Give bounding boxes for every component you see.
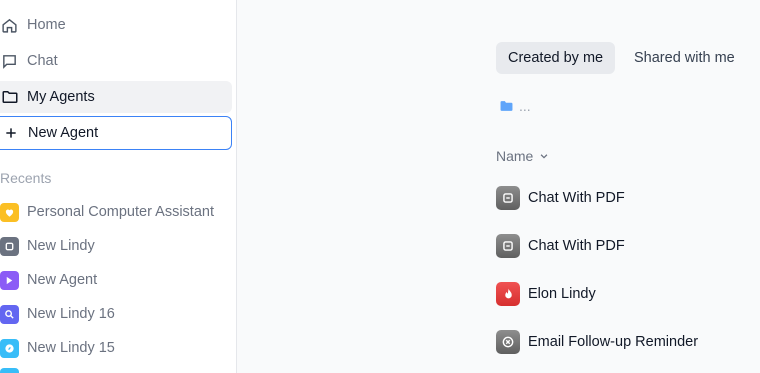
pdf-chat-icon bbox=[496, 234, 520, 258]
nav-my-agents-label: My Agents bbox=[27, 89, 95, 105]
nav-chat[interactable]: Chat bbox=[0, 45, 232, 77]
recent-item-partial-icon bbox=[0, 368, 19, 373]
search-icon bbox=[0, 304, 19, 324]
main-panel: Created by me Shared with me ... Name Ch… bbox=[237, 0, 760, 373]
flame-icon bbox=[496, 282, 520, 306]
recent-item[interactable]: Personal Computer Assistant bbox=[0, 200, 214, 224]
tab-created-by-me[interactable]: Created by me bbox=[496, 42, 616, 74]
chat-bubble-icon bbox=[0, 52, 19, 71]
app-icon bbox=[0, 236, 19, 256]
new-agent-label: New Agent bbox=[28, 125, 99, 141]
breadcrumb[interactable]: ... bbox=[500, 98, 531, 114]
recent-item[interactable]: New Lindy 15 bbox=[0, 336, 115, 360]
recent-item-label: New Lindy 16 bbox=[27, 306, 115, 322]
agent-row[interactable]: Elon Lindy bbox=[496, 282, 596, 306]
recent-item[interactable]: New Lindy bbox=[0, 234, 95, 258]
breadcrumb-text: ... bbox=[519, 98, 531, 114]
agent-name: Chat With PDF bbox=[528, 190, 625, 206]
column-header-name[interactable]: Name bbox=[496, 148, 549, 164]
compass-icon bbox=[0, 338, 19, 358]
agent-name: Elon Lindy bbox=[528, 286, 596, 302]
nav-home-label: Home bbox=[27, 17, 66, 33]
recent-item-label: New Agent bbox=[27, 272, 98, 288]
new-agent-button[interactable]: New Agent bbox=[0, 116, 232, 150]
column-header-label: Name bbox=[496, 148, 534, 164]
folder-icon bbox=[0, 88, 19, 107]
folder-icon bbox=[500, 100, 513, 112]
pdf-chat-icon bbox=[496, 186, 520, 210]
home-icon bbox=[0, 16, 19, 35]
recent-item-label: New Lindy bbox=[27, 238, 95, 254]
heart-icon bbox=[0, 202, 19, 222]
chevron-down-icon bbox=[539, 151, 549, 161]
recent-item-label: New Lindy 15 bbox=[27, 340, 115, 356]
agent-name: Email Follow-up Reminder bbox=[528, 334, 699, 350]
plus-icon bbox=[1, 124, 20, 143]
agent-row[interactable]: Chat With PDF bbox=[496, 234, 625, 258]
nav-home[interactable]: Home bbox=[0, 9, 232, 41]
recent-item[interactable]: New Lindy 16 bbox=[0, 302, 115, 326]
agent-row[interactable]: Email Follow-up Reminder bbox=[496, 330, 698, 354]
nav-chat-label: Chat bbox=[27, 53, 58, 69]
agent-row[interactable]: Chat With PDF bbox=[496, 186, 625, 210]
recents-heading: Recents bbox=[0, 170, 52, 186]
nav-my-agents[interactable]: My Agents bbox=[0, 81, 232, 113]
agent-name: Chat With PDF bbox=[528, 238, 625, 254]
recent-item-label: Personal Computer Assistant bbox=[27, 204, 214, 220]
app-icon bbox=[0, 270, 19, 290]
sidebar: Home Chat My Agents New Agent Recents Pe… bbox=[0, 0, 237, 373]
recent-item[interactable]: New Agent bbox=[0, 268, 97, 292]
tab-shared-with-me[interactable]: Shared with me bbox=[622, 42, 747, 74]
close-circle-icon bbox=[496, 330, 520, 354]
